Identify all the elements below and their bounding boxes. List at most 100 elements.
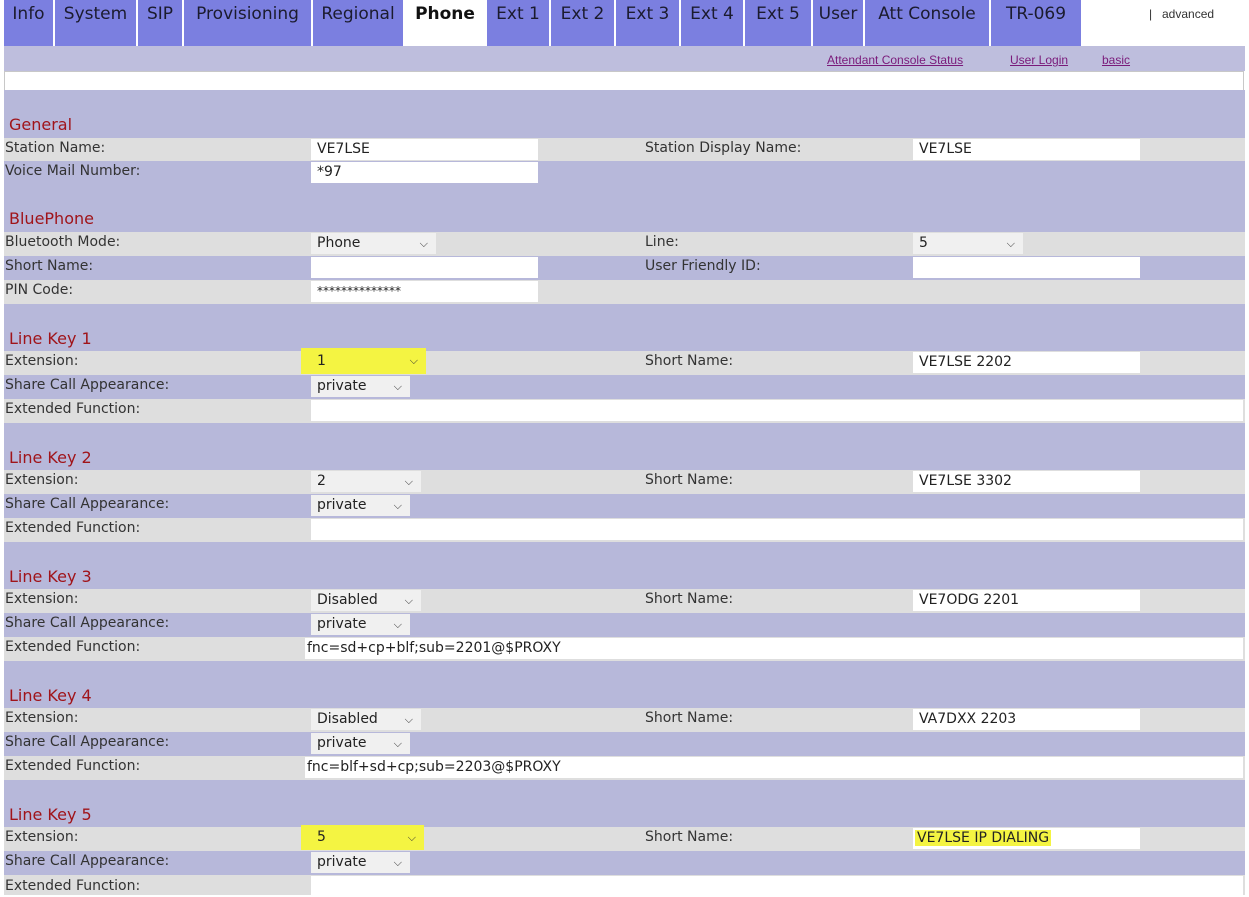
section-title-line-key-1: Line Key 1 [9,329,92,348]
chevron-down-icon: ⌵ [393,856,402,869]
chevron-down-icon: ⌵ [1006,237,1015,250]
pin-code-input[interactable]: ************** [311,281,538,302]
row-bp-short-name: Short Name: User Friendly ID: [4,256,1245,280]
row-lk4-extended: Extended Function: fnc=blf+sd+cp;sub=220… [4,756,1245,780]
station-name-input[interactable]: VE7LSE [311,139,538,160]
section-line-key-4: Line Key 4 [4,684,1245,708]
row-lk1-extension: Extension: 1 ⌵ Short Name: VE7LSE 2202 [4,348,1245,375]
line-value: 5 [919,235,928,251]
lk1-share-label: Share Call Appearance: [5,377,170,393]
tab-ext-3[interactable]: Ext 3 [616,0,681,46]
line-label: Line: [645,234,679,250]
lk5-short-name-input[interactable]: VE7LSE IP DIALING [913,828,1140,849]
tab-sip[interactable]: SIP [138,0,184,46]
chevron-down-icon: ⌵ [407,831,416,844]
lk5-extension-value: 5 [317,829,326,845]
lk2-extension-label: Extension: [5,472,79,488]
tab-ext-4[interactable]: Ext 4 [681,0,745,46]
section-general: General [4,114,1245,138]
basic-link[interactable]: basic [1102,53,1130,67]
lk1-short-name-label: Short Name: [645,353,734,369]
lk4-extension-select[interactable]: Disabled ⌵ [311,709,421,730]
lk2-short-name-input[interactable]: VE7LSE 3302 [913,471,1140,492]
spacer-2 [4,304,1245,327]
lk5-extended-label: Extended Function: [5,878,141,894]
tab-user[interactable]: User [813,0,865,46]
sub-bar: Attendant Console Status User Login basi… [4,46,1245,71]
tab-tr-069[interactable]: TR-069 [991,0,1081,46]
row-lk1-extended: Extended Function: [4,399,1245,423]
station-display-name-input[interactable]: VE7LSE [913,139,1140,160]
row-lk4-share: Share Call Appearance: private ⌵ [4,732,1245,756]
tab-att-console[interactable]: Att Console [865,0,991,46]
chevron-down-icon: ⌵ [419,237,428,250]
tab-regional[interactable]: Regional [313,0,405,46]
lk3-extension-select[interactable]: Disabled ⌵ [311,590,421,611]
bluetooth-mode-label: Bluetooth Mode: [5,234,121,250]
row-lk3-share: Share Call Appearance: private ⌵ [4,613,1245,637]
lk3-short-name-input[interactable]: VE7ODG 2201 [913,590,1140,611]
user-login-link[interactable]: User Login [1010,53,1068,67]
chevron-down-icon: ⌵ [404,594,413,607]
lk3-extended-input[interactable]: fnc=sd+cp+blf;sub=2201@$PROXY [305,638,1243,659]
lk1-extension-label: Extension: [5,353,79,369]
attendant-console-status-link[interactable]: Attendant Console Status [827,53,963,67]
row-lk4-extension: Extension: Disabled ⌵ Short Name: VA7DXX … [4,708,1245,732]
pin-code-label: PIN Code: [5,282,74,298]
chevron-down-icon: ⌵ [393,499,402,512]
row-lk3-extended: Extended Function: fnc=sd+cp+blf;sub=220… [4,637,1245,661]
tab-phone[interactable]: Phone [405,0,487,46]
voice-mail-number-input[interactable]: *97 [311,162,538,183]
lk3-extension-label: Extension: [5,591,79,607]
tab-ext-2[interactable]: Ext 2 [551,0,616,46]
bp-short-name-input[interactable] [311,257,538,278]
user-friendly-id-input[interactable] [913,257,1140,278]
chevron-down-icon: ⌵ [404,713,413,726]
lk1-share-select[interactable]: private ⌵ [311,376,410,397]
lk4-share-select[interactable]: private ⌵ [311,733,410,754]
lk1-extended-label: Extended Function: [5,401,141,417]
bluetooth-mode-select[interactable]: Phone ⌵ [311,233,436,254]
tab-info[interactable]: Info [4,0,55,46]
lk4-short-name-input[interactable]: VA7DXX 2203 [913,709,1140,730]
lk3-share-value: private [317,616,367,632]
tab-ext-1[interactable]: Ext 1 [487,0,551,46]
tab-provisioning[interactable]: Provisioning [184,0,313,46]
lk3-short-name-label: Short Name: [645,591,734,607]
station-display-name-label: Station Display Name: [645,140,802,156]
chevron-down-icon: ⌵ [393,380,402,393]
lk4-extended-input[interactable]: fnc=blf+sd+cp;sub=2203@$PROXY [305,757,1243,778]
lk1-extended-input[interactable] [311,400,1243,421]
lk3-extended-label: Extended Function: [5,639,141,655]
lk5-share-label: Share Call Appearance: [5,853,170,869]
tab-ext-5[interactable]: Ext 5 [745,0,813,46]
lk3-extension-value: Disabled [317,592,378,608]
lk5-extension-select[interactable]: 5 ⌵ [301,825,424,850]
lk3-share-select[interactable]: private ⌵ [311,614,410,635]
user-friendly-id-label: User Friendly ID: [645,258,761,274]
spacer-3 [4,423,1245,446]
tab-system[interactable]: System [55,0,138,46]
section-title-line-key-2: Line Key 2 [9,448,92,467]
lk2-extension-select[interactable]: 2 ⌵ [311,471,421,492]
row-pin-code: PIN Code: ************** [4,280,1245,304]
section-line-key-2: Line Key 2 [4,446,1245,470]
lk5-share-select[interactable]: private ⌵ [311,852,410,873]
lk3-share-label: Share Call Appearance: [5,615,170,631]
row-voice-mail: Voice Mail Number: *97 [4,161,1245,184]
line-select[interactable]: 5 ⌵ [913,233,1023,254]
lk1-extension-value: 1 [317,353,326,369]
lk2-extension-value: 2 [317,473,326,489]
lk1-short-name-input[interactable]: VE7LSE 2202 [913,352,1140,373]
section-line-key-3: Line Key 3 [4,565,1245,589]
row-lk3-extension: Extension: Disabled ⌵ Short Name: VE7ODG … [4,589,1245,613]
spacer-5 [4,661,1245,684]
band-top [4,90,1245,114]
chevron-down-icon: ⌵ [409,354,418,367]
lk2-extended-input[interactable] [311,519,1243,540]
mode-separator: | [1149,7,1153,21]
lk1-extension-select[interactable]: 1 ⌵ [301,348,426,374]
lk5-extended-input[interactable] [311,876,1243,895]
lk2-share-select[interactable]: private ⌵ [311,495,410,516]
lk4-extended-label: Extended Function: [5,758,141,774]
